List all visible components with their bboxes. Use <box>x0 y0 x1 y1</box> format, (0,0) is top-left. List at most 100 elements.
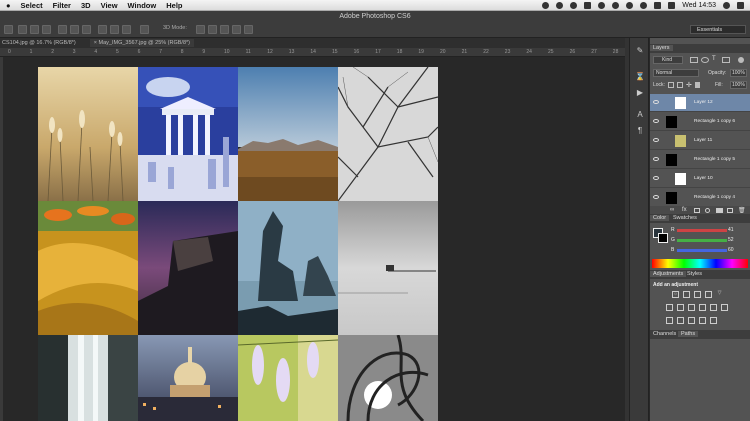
actions-icon[interactable]: ▶ <box>635 88 645 98</box>
layer-row[interactable]: Rectangle 1 copy 5 <box>650 151 750 169</box>
fill-input[interactable]: 100% <box>730 81 747 89</box>
3d-rotate-icon[interactable] <box>196 25 205 34</box>
gradient-map-icon[interactable] <box>699 317 706 324</box>
invert-icon[interactable] <box>666 317 673 324</box>
3d-roll-icon[interactable] <box>208 25 217 34</box>
document-canvas[interactable] <box>3 57 625 421</box>
status-icon-2[interactable] <box>556 2 564 9</box>
workspace-switcher[interactable]: Essentials <box>690 25 746 34</box>
distribute-center-icon[interactable] <box>110 25 119 34</box>
kind-filter[interactable]: Kind <box>653 56 683 64</box>
tab-layers[interactable]: Layers <box>650 45 673 51</box>
menu-3d[interactable]: 3D <box>81 1 91 10</box>
visibility-eye-icon[interactable] <box>653 195 659 199</box>
new-adjustment-icon[interactable] <box>705 208 710 213</box>
status-icon-3[interactable] <box>570 2 578 9</box>
layer-row[interactable]: Rectangle 1 copy 4 <box>650 189 750 207</box>
color-spectrum-ramp[interactable] <box>652 259 748 268</box>
selective-color-icon[interactable] <box>710 317 717 324</box>
threshold-icon[interactable] <box>688 317 695 324</box>
hue-saturation-icon[interactable] <box>666 304 673 311</box>
layer-row[interactable]: Layer 10 <box>650 170 750 188</box>
link-layers-icon[interactable]: ∞ <box>670 207 674 213</box>
tab-styles[interactable]: Styles <box>684 271 705 277</box>
status-icon-1[interactable] <box>542 2 550 9</box>
tab-paths[interactable]: Paths <box>678 331 699 337</box>
new-group-icon[interactable] <box>716 208 723 213</box>
tab-color[interactable]: Color <box>650 215 670 221</box>
layer-row[interactable]: Rectangle 1 copy 6 <box>650 113 750 131</box>
3d-scale-icon[interactable] <box>244 25 253 34</box>
opacity-input[interactable]: 100% <box>730 69 747 77</box>
visibility-eye-icon[interactable] <box>653 138 659 142</box>
blue-value[interactable]: 60 <box>728 247 734 253</box>
lock-transparent-icon[interactable] <box>668 82 674 88</box>
lock-all-icon[interactable] <box>695 82 700 88</box>
character-icon[interactable]: A <box>635 110 645 120</box>
tab-swatches[interactable]: Swatches <box>670 215 700 221</box>
color-balance-icon[interactable] <box>677 304 684 311</box>
visibility-eye-icon[interactable] <box>653 119 659 123</box>
battery-icon[interactable] <box>654 2 662 9</box>
layer-row[interactable]: Layer 12 <box>650 94 750 112</box>
bluetooth-icon[interactable] <box>612 2 620 9</box>
distribute-middle-icon[interactable] <box>70 25 79 34</box>
align-right-icon[interactable] <box>42 25 51 34</box>
filter-pixel-icon[interactable] <box>690 57 698 63</box>
apple-menu-icon[interactable]: ● <box>6 1 11 10</box>
posterize-icon[interactable] <box>677 317 684 324</box>
tool-preset-icon[interactable] <box>4 25 13 34</box>
history-icon[interactable]: ⌛ <box>635 72 645 82</box>
black-white-icon[interactable] <box>688 304 695 311</box>
auto-align-icon[interactable] <box>140 25 149 34</box>
brightness-icon[interactable]: ☼ <box>672 291 679 298</box>
volume-icon[interactable] <box>640 2 648 9</box>
levels-icon[interactable] <box>683 291 690 298</box>
3d-pan-icon[interactable] <box>220 25 229 34</box>
menu-window[interactable]: Window <box>128 1 157 10</box>
distribute-bottom-icon[interactable] <box>82 25 91 34</box>
menu-filter[interactable]: Filter <box>53 1 71 10</box>
menu-view[interactable]: View <box>101 1 118 10</box>
delete-layer-icon[interactable]: 🗑 <box>738 207 746 214</box>
doc-tab-2[interactable]: × May_IMG_3567.jpg @ 25% (RGB/8*) <box>89 39 194 47</box>
filter-shape-icon[interactable] <box>722 57 730 63</box>
filter-adjustment-icon[interactable] <box>701 57 709 63</box>
lock-image-icon[interactable] <box>677 82 683 88</box>
spotlight-search-icon[interactable] <box>723 2 730 9</box>
green-value[interactable]: 52 <box>728 237 734 243</box>
layer-row[interactable]: Layer 11 <box>650 132 750 150</box>
align-left-icon[interactable] <box>18 25 27 34</box>
notification-center-icon[interactable] <box>737 2 744 9</box>
tab-channels[interactable]: Channels <box>650 331 679 337</box>
curves-icon[interactable] <box>694 291 701 298</box>
channel-mixer-icon[interactable] <box>710 304 717 311</box>
visibility-eye-icon[interactable] <box>653 157 659 161</box>
background-color-swatch[interactable] <box>658 233 668 243</box>
lock-position-icon[interactable]: ✛ <box>686 81 692 89</box>
add-mask-icon[interactable] <box>694 208 700 213</box>
photo-filter-icon[interactable] <box>699 304 706 311</box>
exposure-icon[interactable] <box>705 291 712 298</box>
distribute-top-icon[interactable] <box>58 25 67 34</box>
color-lookup-icon[interactable] <box>721 304 728 311</box>
vibrance-icon[interactable]: ▽ <box>716 291 723 298</box>
visibility-eye-icon[interactable] <box>653 100 659 104</box>
brush-presets-icon[interactable]: ✎ <box>635 46 645 56</box>
paragraph-icon[interactable]: ¶ <box>635 126 645 136</box>
wifi-icon[interactable] <box>626 2 634 9</box>
new-layer-icon[interactable] <box>727 208 733 213</box>
layer-style-icon[interactable]: fx <box>682 207 687 213</box>
menu-select[interactable]: Select <box>21 1 43 10</box>
filter-type-icon[interactable]: T <box>712 56 716 62</box>
3d-slide-icon[interactable] <box>232 25 241 34</box>
menu-help[interactable]: Help <box>166 1 182 10</box>
doc-tab-1[interactable]: CS104.jpg @ 16.7% (RGB/8*) <box>2 40 76 46</box>
distribute-right-icon[interactable] <box>122 25 131 34</box>
flag-icon[interactable] <box>668 2 676 9</box>
align-center-icon[interactable] <box>30 25 39 34</box>
red-value[interactable]: 41 <box>728 227 734 233</box>
tab-adjustments[interactable]: Adjustments <box>650 271 687 277</box>
distribute-left-icon[interactable] <box>98 25 107 34</box>
status-icon-4[interactable] <box>584 2 592 9</box>
